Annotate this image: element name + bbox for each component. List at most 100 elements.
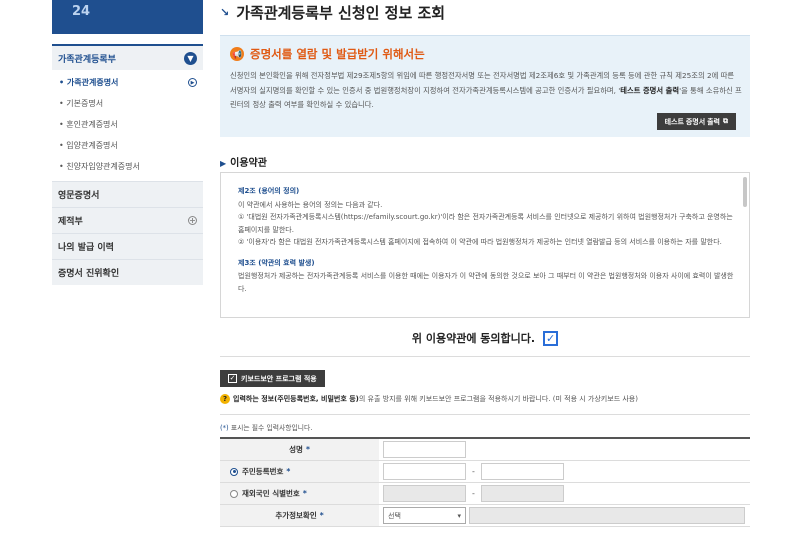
scrollbar[interactable] xyxy=(743,177,747,207)
sidebar-item-basic-cert[interactable]: • 기본증명서 xyxy=(52,93,203,114)
extra-info-input[interactable] xyxy=(469,507,745,524)
resident-number-radio[interactable] xyxy=(230,467,238,476)
extra-info-select[interactable]: 선택 ▾ xyxy=(383,507,466,524)
keyboard-note: ? 입력하는 정보(주민등록번호, 비밀번호 등) 의 유출 방지를 위해 키보드… xyxy=(220,394,638,404)
keyboard-note-text: 의 유출 방지를 위해 키보드보안 프로그램을 적용하시기 바랍니다. (미 적… xyxy=(358,395,638,403)
required-star: (*) xyxy=(220,424,229,432)
form-row-extra-info: 추가정보확인 * 선택 ▾ xyxy=(220,505,750,527)
article-text: ② '이용자'라 함은 대법원 전자가족관계등록시스템 홈페이지에 접속하여 이… xyxy=(238,238,722,246)
form-row-name: 성명 * xyxy=(220,439,750,461)
article-text: 법원행정처가 제공하는 전자가족관계등록 서비스를 이용한 때에는 이용자가 이… xyxy=(238,272,734,293)
test-print-button-label: 테스트 증명서 출력 xyxy=(664,118,720,126)
article-text: 이 약관에서 사용하는 용어의 정의는 다음과 같다. xyxy=(238,200,383,209)
agree-label: 위 이용약관에 동의합니다. xyxy=(411,332,536,345)
form-value: 선택 ▾ xyxy=(379,505,750,526)
select-value: 선택 xyxy=(388,511,401,520)
terms-scroll-box[interactable]: 제2조 (용어의 정의) 이 약관에서 사용하는 용어의 정의는 다음과 같다.… xyxy=(220,172,750,318)
required-star: * xyxy=(319,511,324,520)
sidebar-item-label: 나의 발급 이력 xyxy=(58,243,114,253)
question-icon: ? xyxy=(220,394,230,404)
required-note: (*) 표시는 필수 입력사항입니다. xyxy=(220,422,312,432)
chevron-down-icon[interactable]: ▼ xyxy=(184,51,197,65)
agree-checkbox[interactable]: ✓ xyxy=(543,330,559,346)
article-title: 제3조 (약관의 효력 발생) xyxy=(238,258,315,267)
terms-agree: 위 이용약관에 동의합니다. ✓ xyxy=(220,330,750,346)
sidebar-sub-list: • 가족관계증명서 ▶ • 기본증명서 • 혼인관계증명서 • 입양관계증명서 … xyxy=(52,70,203,181)
caret-down-icon: ▾ xyxy=(457,511,461,520)
keyboard-security-button[interactable]: ✓ 키보드보안 프로그램 적용 xyxy=(220,370,325,387)
article-text: ① '대법원 전자가족관계등록시스템(https://efamily.scour… xyxy=(238,213,733,234)
required-star: * xyxy=(286,467,291,476)
notice-title: 📢 증명서를 열람 및 발급받기 위해서는 xyxy=(230,46,425,62)
form-value: - xyxy=(379,461,750,482)
overseas-id-back-input[interactable] xyxy=(480,485,564,502)
form-label-text: 추가정보확인 xyxy=(275,511,317,520)
form-label[interactable]: 주민등록번호 * xyxy=(220,461,379,482)
dash: - xyxy=(472,489,475,498)
required-star: * xyxy=(302,489,307,498)
required-star: * xyxy=(305,445,310,454)
sidebar-item-marriage-cert[interactable]: • 혼인관계증명서 xyxy=(52,114,203,135)
form-row-overseas-id: 재외국민 식별번호 * - xyxy=(220,483,750,505)
sidebar-item-full-adoption-cert[interactable]: • 친양자입양관계증명서 xyxy=(52,156,203,177)
sidebar-item-label: 영문증명서 xyxy=(58,191,100,201)
form-row-resident-number: 주민등록번호 * - xyxy=(220,461,750,483)
sidebar-item-removed-registry[interactable]: 제적부 + xyxy=(52,207,203,233)
sidebar-item-adoption-cert[interactable]: • 입양관계증명서 xyxy=(52,135,203,156)
sidebar-item-label: • 혼인관계증명서 xyxy=(59,120,118,129)
notice-box: 📢 증명서를 열람 및 발급받기 위해서는 신청인의 본인확인을 위해 전자정부… xyxy=(220,35,750,137)
checkbox-icon: ✓ xyxy=(228,374,237,383)
sidebar-section-label: 가족관계등록부 xyxy=(58,54,116,65)
divider xyxy=(220,356,750,357)
name-input[interactable] xyxy=(383,441,466,458)
form-label[interactable]: 재외국민 식별번호 * xyxy=(220,483,379,504)
page-title-text: 가족관계등록부 신청인 정보 조회 xyxy=(236,4,446,22)
megaphone-icon: 📢 xyxy=(230,47,244,61)
page-title: ↘ 가족관계등록부 신청인 정보 조회 xyxy=(220,2,445,23)
required-note-text: 표시는 필수 입력사항입니다. xyxy=(228,424,313,432)
form-value: - xyxy=(379,483,750,504)
form-label: 추가정보확인 * xyxy=(220,505,379,526)
sidebar-item-label: • 친양자입양관계증명서 xyxy=(59,162,140,171)
plus-icon[interactable]: + xyxy=(188,216,197,225)
notice-body-bold: 테스트 증명서 출력 xyxy=(620,85,680,95)
sidebar-item-label: • 가족관계증명서 xyxy=(59,78,119,87)
sidebar-section-family-registry[interactable]: 가족관계등록부 ▼ xyxy=(52,44,203,70)
overseas-id-front-input[interactable] xyxy=(383,485,466,502)
resident-number-back-input[interactable] xyxy=(480,463,564,480)
notice-body: 신청인의 본인확인을 위해 전자정부법 제29조제5항의 위임에 따른 행정전자… xyxy=(230,69,742,113)
terms-heading: ▶ 이용약관 xyxy=(220,154,267,169)
sidebar-item-label: • 기본증명서 xyxy=(59,99,104,108)
sidebar-item-label: 제적부 xyxy=(58,217,83,227)
sidebar-item-english-cert[interactable]: 영문증명서 xyxy=(52,181,203,207)
dash: - xyxy=(472,467,475,476)
divider xyxy=(220,414,750,415)
form-label-text: 주민등록번호 xyxy=(242,467,284,476)
terms-content: 제2조 (용어의 정의) 이 약관에서 사용하는 용어의 정의는 다음과 같다.… xyxy=(238,185,736,295)
form-label-text: 성명 xyxy=(289,445,303,454)
resident-number-front-input[interactable] xyxy=(383,463,466,480)
arrow-right-icon: ▶ xyxy=(188,78,197,87)
sidebar-banner: 24 xyxy=(52,0,203,34)
triangle-right-icon: ▶ xyxy=(220,159,227,168)
sidebar: 가족관계등록부 ▼ • 가족관계증명서 ▶ • 기본증명서 • 혼인관계증명서 … xyxy=(52,44,203,285)
test-print-button[interactable]: 테스트 증명서 출력 ⧉ xyxy=(656,113,736,130)
sidebar-item-label: • 입양관계증명서 xyxy=(59,141,118,150)
sidebar-item-family-relation-cert[interactable]: • 가족관계증명서 ▶ xyxy=(52,72,203,93)
overseas-id-radio[interactable] xyxy=(230,489,238,498)
sidebar-item-label: 증명서 진위확인 xyxy=(58,269,120,279)
form-value xyxy=(379,439,750,460)
applicant-form: 성명 * 주민등록번호 * - 재외국민 식별번호 * - 추가정보확인 * 선… xyxy=(220,437,750,527)
external-link-icon: ⧉ xyxy=(723,117,728,125)
keyboard-security-label: 키보드보안 프로그램 적용 xyxy=(241,374,317,383)
notice-title-text: 증명서를 열람 및 발급받기 위해서는 xyxy=(250,47,425,61)
form-label-text: 재외국민 식별번호 xyxy=(242,489,300,498)
form-label: 성명 * xyxy=(220,439,379,460)
keyboard-note-bold: 입력하는 정보(주민등록번호, 비밀번호 등) xyxy=(233,395,359,403)
banner-text: 24 xyxy=(72,4,91,19)
sidebar-item-issue-history[interactable]: 나의 발급 이력 xyxy=(52,233,203,259)
article-title: 제2조 (용어의 정의) xyxy=(238,187,300,195)
chevron-right-icon: ↘ xyxy=(220,6,230,19)
terms-heading-text: 이용약관 xyxy=(230,158,267,169)
sidebar-item-authenticity-check[interactable]: 증명서 진위확인 xyxy=(52,259,203,285)
